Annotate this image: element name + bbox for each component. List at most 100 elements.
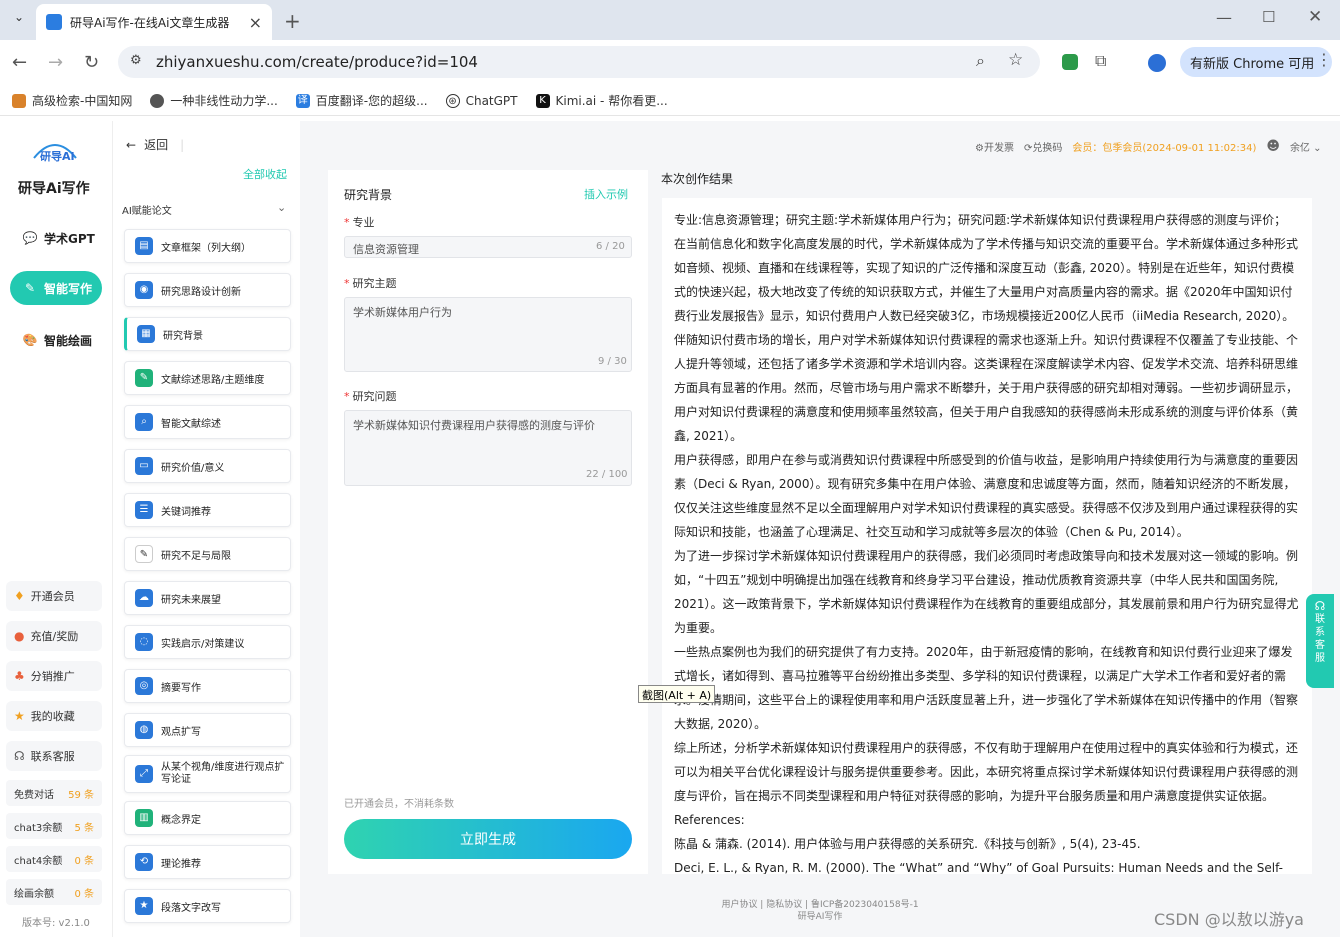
bookmark-nonlinear[interactable]: 一种非线性动力学...: [150, 92, 278, 109]
rewrite-icon: ★: [135, 897, 153, 915]
bookmark-star-icon[interactable]: ☆: [1008, 50, 1023, 70]
util-favorites[interactable]: ★ 我的收藏: [6, 701, 102, 731]
result-title: 本次创作结果: [661, 172, 734, 186]
user-menu[interactable]: 余亿 ⌄: [1290, 139, 1322, 154]
book-icon: ▥: [135, 809, 153, 827]
tool-future[interactable]: ☁ 研究未来展望: [124, 581, 291, 615]
quota-drawing: 绘画余额 0 条: [6, 879, 102, 905]
expand-icon: ◍: [135, 721, 153, 739]
tool-research-background[interactable]: ▦ 研究背景: [124, 317, 291, 351]
bookmark-cnki[interactable]: 高级检索-中国知网: [12, 92, 132, 109]
tool-group-title: AI赋能论文: [122, 206, 172, 217]
chat-icon: 💬: [22, 231, 38, 245]
contact-service-button[interactable]: ☊ 联系客服: [1306, 594, 1334, 688]
redeem-link[interactable]: ⟳兑换码: [1024, 139, 1062, 154]
result-paragraph: 在当前信息化和数字化高度发展的时代，学术新媒体成为了学术传播与知识交流的重要平台…: [674, 237, 1299, 443]
topic-count: 9 / 30: [598, 356, 627, 367]
tool-practice[interactable]: ◌ 实践启示/对策建议: [124, 625, 291, 659]
headset-icon: ☊: [1314, 599, 1326, 613]
site-info-icon[interactable]: ⚙: [130, 53, 142, 68]
member-status: 会员：包季会员(2024-09-01 11:02:34): [1072, 143, 1257, 154]
list-icon: ☰: [135, 501, 153, 519]
window-close-icon[interactable]: ✕: [1308, 7, 1322, 27]
diamond-icon: ♦: [14, 589, 25, 603]
tool-smart-review[interactable]: ⌕ 智能文献综述: [124, 405, 291, 439]
new-tab-icon[interactable]: +: [284, 9, 301, 33]
monitor-icon: ▭: [135, 457, 153, 475]
browser-menu-icon[interactable]: ⋮: [1316, 50, 1332, 69]
maximize-icon[interactable]: ☐: [1262, 8, 1275, 26]
site-favicon-icon: [46, 14, 62, 30]
tool-rewrite[interactable]: ★ 段落文字改写: [124, 889, 291, 923]
util-membership[interactable]: ♦ 开通会员: [6, 581, 102, 611]
invoice-link[interactable]: ⚙开发票: [975, 139, 1014, 154]
tool-research-idea[interactable]: ◉ 研究思路设计创新: [124, 273, 291, 307]
generate-button[interactable]: 立即生成: [344, 819, 632, 859]
util-contact[interactable]: ☊ 联系客服: [6, 741, 102, 771]
result-paragraph: 为了进一步探讨学术新媒体知识付费课程用户的获得感，我们必须同时考虑政策导向和技术…: [674, 549, 1299, 635]
extension-icon[interactable]: [1062, 54, 1078, 70]
nav-smart-writing[interactable]: ✎ 智能写作: [10, 271, 102, 305]
profile-avatar-icon[interactable]: [1148, 54, 1166, 72]
reload-icon[interactable]: ↻: [84, 52, 99, 73]
back-button[interactable]: ← 返回 |: [126, 136, 184, 153]
translate-icon: 译: [295, 93, 310, 108]
bookmark-kimi[interactable]: K Kimi.ai - 帮你看更...: [535, 92, 668, 109]
major-input[interactable]: 信息资源管理: [344, 236, 632, 258]
invoice-icon: ⚙: [975, 143, 984, 154]
idea-icon: ◉: [135, 281, 153, 299]
cloud-icon: ☁: [135, 589, 153, 607]
bookmark-chatgpt[interactable]: ⊛ ChatGPT: [445, 93, 518, 108]
tool-keywords[interactable]: ☰ 关键词推荐: [124, 493, 291, 527]
footer-brand: 研导AI写作: [797, 912, 843, 922]
insert-example-link[interactable]: 插入示例: [584, 186, 628, 202]
brand-name: 研导Ai写作: [18, 181, 90, 197]
major-count: 6 / 20: [596, 241, 625, 252]
footer-links[interactable]: 用户协议 | 隐私协议 | 鲁ICP备2023040158号-1: [650, 899, 990, 911]
cnki-icon: [12, 93, 26, 108]
zoom-icon[interactable]: ⌕: [976, 51, 985, 71]
tool-limitations[interactable]: ✎ 研究不足与局限: [124, 537, 291, 571]
quota-chat4: chat4余额 0 条: [6, 846, 102, 872]
csdn-watermark: CSDN @以敖以游ya: [1154, 910, 1304, 929]
address-bar[interactable]: ⚙ zhiyanxueshu.com/create/produce?id=104…: [118, 46, 1040, 78]
chatgpt-icon: ⊛: [445, 93, 460, 108]
tool-outline[interactable]: ▤ 文章框架（列大纲）: [124, 229, 291, 263]
board-icon: ✎: [135, 369, 153, 387]
extensions-puzzle-icon[interactable]: ⧉: [1095, 51, 1106, 71]
url-text: zhiyanxueshu.com/create/produce?id=104: [156, 53, 478, 71]
tool-abstract[interactable]: ◎ 摘要写作: [124, 669, 291, 703]
chrome-update-button[interactable]: 有新版 Chrome 可用: [1180, 47, 1332, 77]
user-avatar-icon[interactable]: ☻: [1266, 139, 1280, 154]
forward-icon[interactable]: →: [48, 52, 63, 73]
tool-expand[interactable]: ◍ 观点扩写: [124, 713, 291, 747]
tab-title: 研导Ai写作-在线Ai文章生成器: [70, 15, 230, 30]
account-header: ⚙开发票 ⟳兑换码 会员：包季会员(2024-09-01 11:02:34) ☻…: [975, 139, 1322, 154]
util-recharge[interactable]: ● 充值/奖励: [6, 621, 102, 651]
minimize-icon[interactable]: —: [1216, 8, 1232, 27]
member-note: 已开通会员，不消耗条数: [344, 799, 454, 810]
nav-smart-drawing[interactable]: 🎨 智能绘画: [10, 323, 102, 357]
references-heading: References:: [674, 813, 745, 827]
tool-research-value[interactable]: ▭ 研究价值/意义: [124, 449, 291, 483]
tool-concept[interactable]: ▥ 概念界定: [124, 801, 291, 835]
pen-icon: ✎: [24, 281, 36, 295]
util-distribution[interactable]: ♣ 分销推广: [6, 661, 102, 691]
tab-search-icon[interactable]: ⌄: [10, 10, 28, 28]
result-text: 专业:信息资源管理；研究主题:学术新媒体用户行为；研究问题:学术新媒体知识付费课…: [674, 208, 1302, 874]
close-tab-icon[interactable]: ×: [249, 13, 262, 32]
bookmark-baidu-translate[interactable]: 译百度翻译-您的超级...: [295, 92, 428, 109]
form-title: 研究背景: [344, 188, 393, 202]
nav-academic-gpt[interactable]: 💬 学术GPT: [10, 221, 102, 255]
version-label: 版本号: v2.1.0: [22, 918, 90, 929]
tool-literature-review-idea[interactable]: ✎ 文献综述思路/主题维度: [124, 361, 291, 395]
tool-perspective-expand[interactable]: ⤢ 从某个视角/维度进行观点扩写论证: [124, 755, 291, 793]
topic-textarea[interactable]: 学术新媒体用户行为: [344, 297, 632, 372]
page-footer: 用户协议 | 隐私协议 | 鲁ICP备2023040158号-1 研导AI写作: [650, 899, 990, 923]
collapse-all-link[interactable]: 全部收起: [243, 166, 287, 182]
tool-theory[interactable]: ⟲ 理论推荐: [124, 845, 291, 879]
back-icon[interactable]: ←: [12, 52, 27, 73]
arrow-left-icon: ←: [126, 137, 137, 152]
browser-tab[interactable]: 研导Ai写作-在线Ai文章生成器 ×: [36, 4, 272, 40]
chevron-down-icon[interactable]: ⌄: [277, 201, 286, 214]
